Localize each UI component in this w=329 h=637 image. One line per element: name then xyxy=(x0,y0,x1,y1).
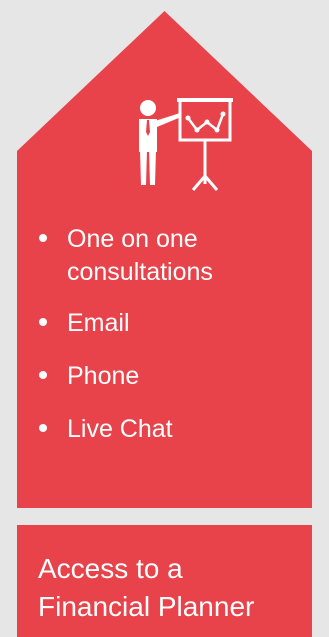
list-item: Phone xyxy=(39,360,304,393)
list-item-label: Live Chat xyxy=(67,415,173,443)
list-item-label: One on one consultations xyxy=(67,225,213,286)
bullet-icon xyxy=(39,371,47,379)
feature-list: One on one consultations Email Phone Liv… xyxy=(39,223,304,466)
bullet-icon xyxy=(39,318,47,326)
presenter-with-chart-icon xyxy=(139,98,233,191)
label-text: Access to a Financial Planner xyxy=(38,550,308,626)
list-item: Email xyxy=(39,307,304,340)
bullet-icon xyxy=(39,424,47,432)
label-line-2: Financial Planner xyxy=(38,591,255,622)
label-line-1: Access to a xyxy=(38,553,183,584)
list-item: One on one consultations xyxy=(39,223,304,289)
label-box: Access to a Financial Planner xyxy=(17,525,312,637)
bullet-icon xyxy=(39,234,47,242)
list-item: Live Chat xyxy=(39,413,304,446)
list-item-label: Phone xyxy=(67,362,140,390)
feature-card: One on one consultations Email Phone Liv… xyxy=(17,11,312,508)
list-item-label: Email xyxy=(67,309,130,337)
